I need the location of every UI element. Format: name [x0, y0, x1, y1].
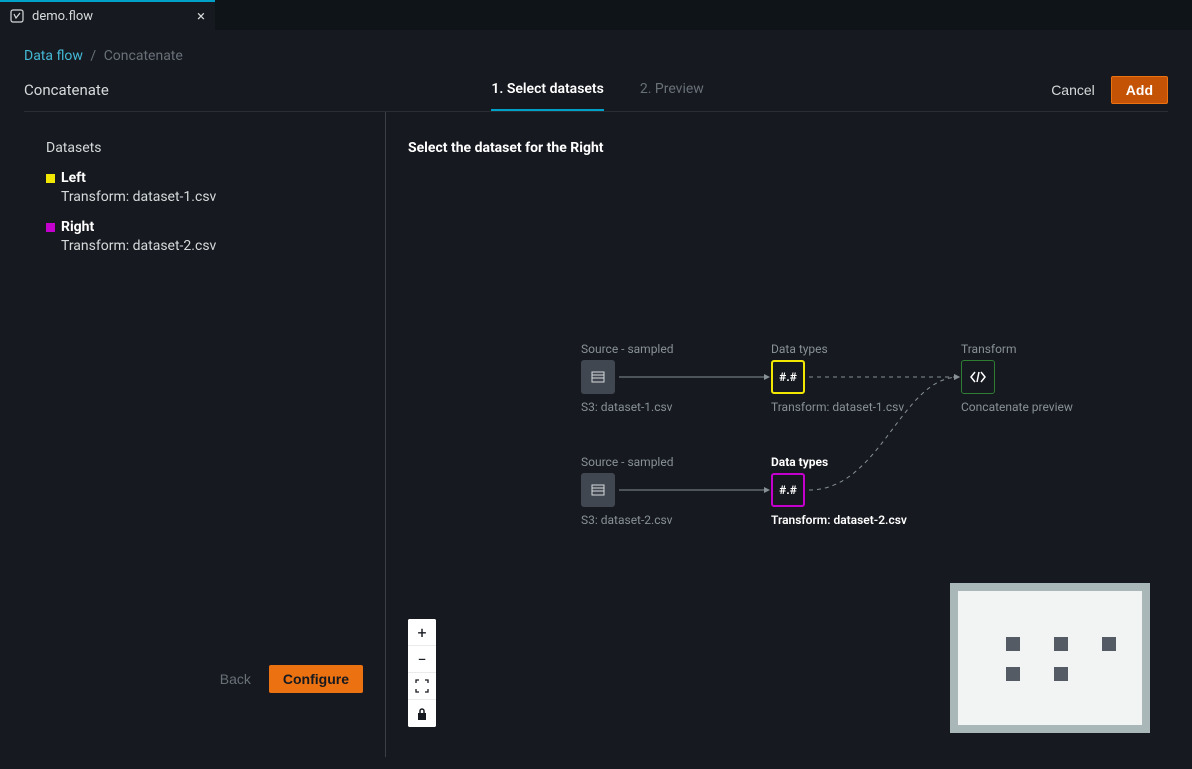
breadcrumb-current: Concatenate: [104, 48, 183, 64]
minimap-node: [1006, 637, 1020, 651]
file-tab-title: demo.flow: [32, 9, 93, 24]
node-sub-source-1: S3: dataset-1.csv: [581, 400, 741, 414]
step-tabs: 1. Select datasets 2. Preview: [144, 68, 1051, 111]
back-button: Back: [220, 671, 251, 687]
dataset-swatch-right: [46, 223, 55, 232]
minimap-view: [958, 591, 1142, 725]
node-label-transform: Transform: [961, 342, 1121, 356]
node-label-datatypes-2: Data types: [771, 455, 931, 469]
step-select-datasets[interactable]: 1. Select datasets: [491, 68, 603, 111]
zoom-lock-button[interactable]: [408, 700, 436, 727]
source-icon-2: [581, 473, 615, 507]
minimap-node: [1054, 637, 1068, 651]
datatypes-box-1: #.#: [771, 360, 805, 394]
node-transform[interactable]: Transform Concatenate preview: [961, 342, 1121, 414]
flow-file-icon: [10, 9, 24, 23]
minimap-node: [1054, 667, 1068, 681]
configure-button[interactable]: Configure: [269, 665, 363, 693]
tab-bar: demo.flow ×: [0, 0, 1192, 30]
zoom-in-button[interactable]: +: [408, 619, 436, 646]
node-sub-transform: Concatenate preview: [961, 400, 1121, 414]
add-button[interactable]: Add: [1111, 76, 1168, 104]
close-tab-icon[interactable]: ×: [197, 7, 205, 25]
minimap-node: [1102, 637, 1116, 651]
header-actions: Cancel Add: [1051, 76, 1168, 104]
dataset-name-right: Right: [61, 219, 94, 235]
canvas[interactable]: Select the dataset for the Right: [386, 112, 1168, 757]
page-title: Concatenate: [24, 81, 144, 99]
dataset-name-left: Left: [61, 170, 86, 186]
breadcrumb-separator: /: [90, 48, 96, 64]
sidebar-heading: Datasets: [46, 140, 363, 156]
node-label-datatypes-1: Data types: [771, 342, 931, 356]
node-datatypes-1[interactable]: Data types #.# Transform: dataset-1.csv: [771, 342, 931, 414]
node-label-source-2: Source - sampled: [581, 455, 741, 469]
minimap[interactable]: [950, 583, 1150, 733]
app: Data flow / Concatenate Concatenate 1. S…: [0, 30, 1192, 769]
node-label-source: Source - sampled: [581, 342, 741, 356]
dataset-sub-left: Transform: dataset-1.csv: [61, 189, 363, 205]
node-source-2[interactable]: Source - sampled S3: dataset-2.csv: [581, 455, 741, 527]
datatypes-box-2: #.#: [771, 473, 805, 507]
zoom-controls: + −: [408, 619, 436, 727]
dataset-item-right[interactable]: Right Transform: dataset-2.csv: [46, 219, 363, 254]
node-sub-datatypes-1: Transform: dataset-1.csv: [771, 400, 931, 414]
sidebar: Datasets Left Transform: dataset-1.csv R…: [24, 112, 386, 757]
node-sub-source-2: S3: dataset-2.csv: [581, 513, 741, 527]
dataset-swatch-left: [46, 174, 55, 183]
header: Concatenate 1. Select datasets 2. Previe…: [24, 68, 1168, 112]
transform-box: [961, 360, 995, 394]
node-sub-datatypes-2: Transform: dataset-2.csv: [771, 513, 931, 527]
flow-graph: Source - sampled S3: dataset-1.csv Data …: [581, 342, 1141, 572]
file-tab[interactable]: demo.flow ×: [0, 0, 215, 30]
zoom-fit-button[interactable]: [408, 673, 436, 700]
node-source-1[interactable]: Source - sampled S3: dataset-1.csv: [581, 342, 741, 414]
source-icon: [581, 360, 615, 394]
breadcrumb: Data flow / Concatenate: [24, 30, 1168, 68]
zoom-out-button[interactable]: −: [408, 646, 436, 673]
minimap-node: [1006, 667, 1020, 681]
dataset-sub-right: Transform: dataset-2.csv: [61, 238, 363, 254]
cancel-button[interactable]: Cancel: [1051, 82, 1095, 98]
node-datatypes-2[interactable]: Data types #.# Transform: dataset-2.csv: [771, 455, 931, 527]
breadcrumb-root[interactable]: Data flow: [24, 48, 83, 64]
step-preview[interactable]: 2. Preview: [640, 68, 704, 111]
dataset-item-left[interactable]: Left Transform: dataset-1.csv: [46, 170, 363, 205]
canvas-heading: Select the dataset for the Right: [408, 140, 1146, 156]
sidebar-footer: Back Configure: [46, 665, 363, 741]
body: Datasets Left Transform: dataset-1.csv R…: [24, 112, 1168, 757]
